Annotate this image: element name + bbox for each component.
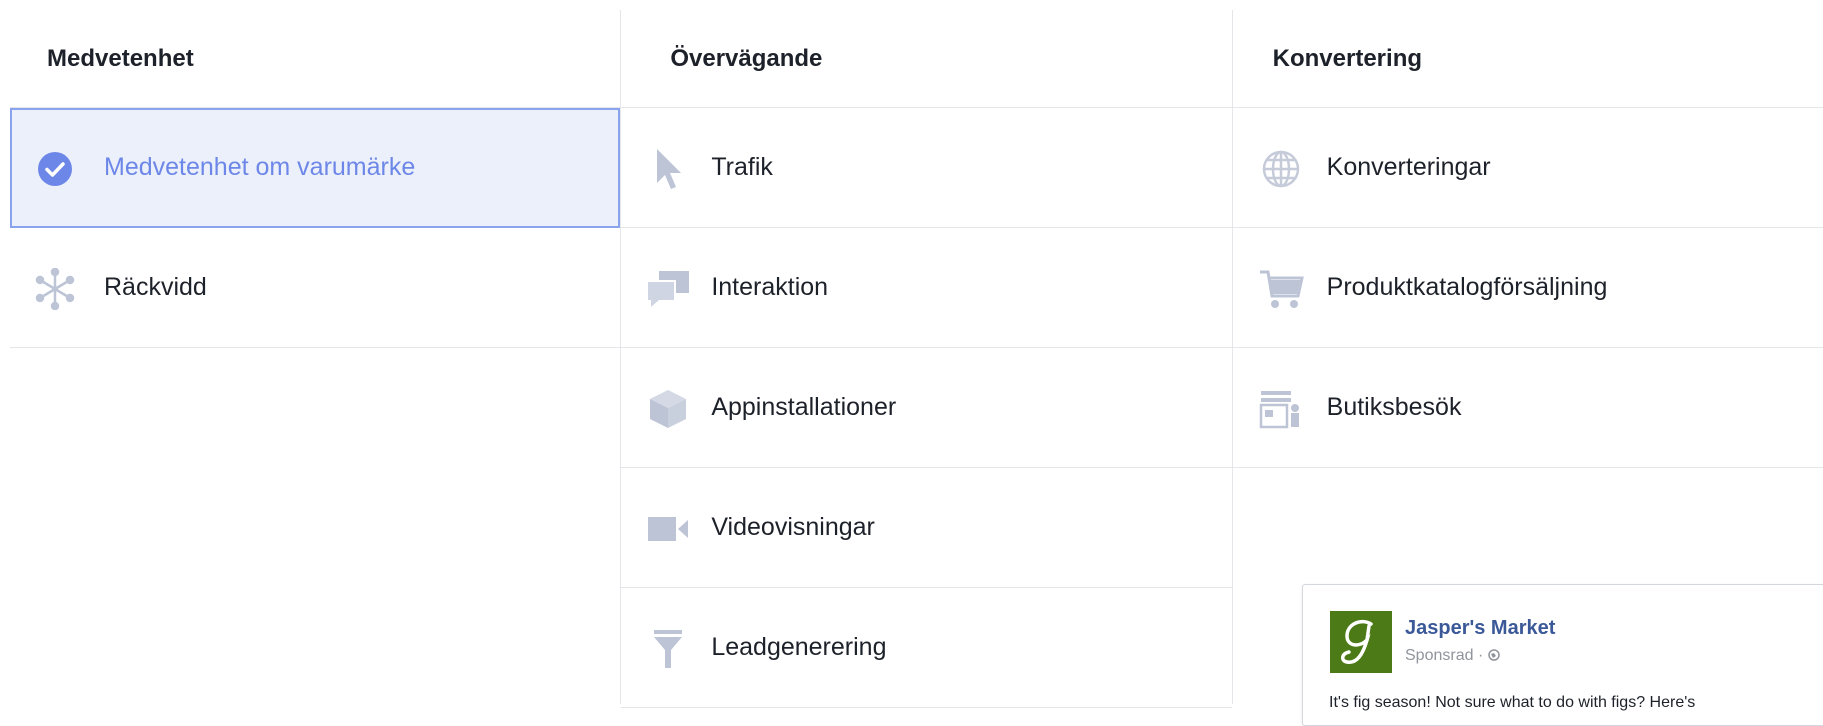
check-circle-icon — [32, 146, 78, 192]
store-icon — [1258, 386, 1304, 432]
option-engagement[interactable]: Interaktion — [621, 228, 1232, 348]
option-label: Appinstallationer — [711, 393, 897, 421]
page-name-link[interactable]: Jasper's Market — [1405, 617, 1555, 640]
option-conversions[interactable]: Konverteringar — [1232, 108, 1823, 228]
column-header-conversion: Konvertering — [1232, 10, 1823, 108]
video-camera-icon — [645, 506, 691, 552]
option-catalog-sales[interactable]: Produktkatalogförsäljning — [1232, 228, 1823, 348]
option-label: Konverteringar — [1326, 153, 1491, 181]
column-header-awareness: Medvetenhet — [10, 10, 621, 108]
option-label: Leadgenerering — [711, 633, 887, 661]
sponsored-text: Sponsrad · — [1405, 647, 1488, 664]
option-app-installs[interactable]: Appinstallationer — [621, 348, 1232, 468]
option-label: Butiksbesök — [1326, 393, 1462, 421]
reach-icon — [32, 266, 78, 312]
ad-preview-card: Jasper's Market Sponsrad · It's fig seas… — [1302, 584, 1823, 726]
box-icon — [645, 386, 691, 432]
option-brand-awareness[interactable]: Medvetenhet om varumärke — [10, 108, 621, 228]
option-label: Videovisningar — [711, 513, 875, 541]
column-consideration: Övervägande Trafik Interaktion Appinstal… — [620, 10, 1232, 708]
cart-icon — [1258, 266, 1304, 312]
chat-bubbles-icon — [645, 266, 691, 312]
option-label: Produktkatalogförsäljning — [1326, 273, 1608, 301]
option-reach[interactable]: Räckvidd — [10, 228, 621, 348]
option-label: Interaktion — [711, 273, 829, 301]
page-logo — [1330, 611, 1392, 673]
globe-icon — [1258, 146, 1304, 192]
option-label: Medvetenhet om varumärke — [104, 153, 416, 181]
option-video-views[interactable]: Videovisningar — [621, 468, 1232, 588]
funnel-icon — [645, 626, 691, 672]
ad-body-text: It's fig season! Not sure what to do wit… — [1329, 694, 1696, 711]
column-awareness: Medvetenhet Medvetenhet om varumärke Räc… — [10, 10, 621, 704]
globe-icon — [1487, 647, 1500, 664]
option-store-visits[interactable]: Butiksbesök — [1232, 348, 1823, 468]
sponsored-label: Sponsrad · — [1405, 647, 1500, 665]
option-traffic[interactable]: Trafik — [621, 108, 1232, 228]
option-label: Räckvidd — [104, 273, 207, 301]
column-header-consideration: Övervägande — [621, 10, 1232, 108]
option-label: Trafik — [711, 153, 773, 181]
cursor-icon — [645, 146, 691, 192]
option-lead-generation[interactable]: Leadgenerering — [621, 588, 1232, 708]
